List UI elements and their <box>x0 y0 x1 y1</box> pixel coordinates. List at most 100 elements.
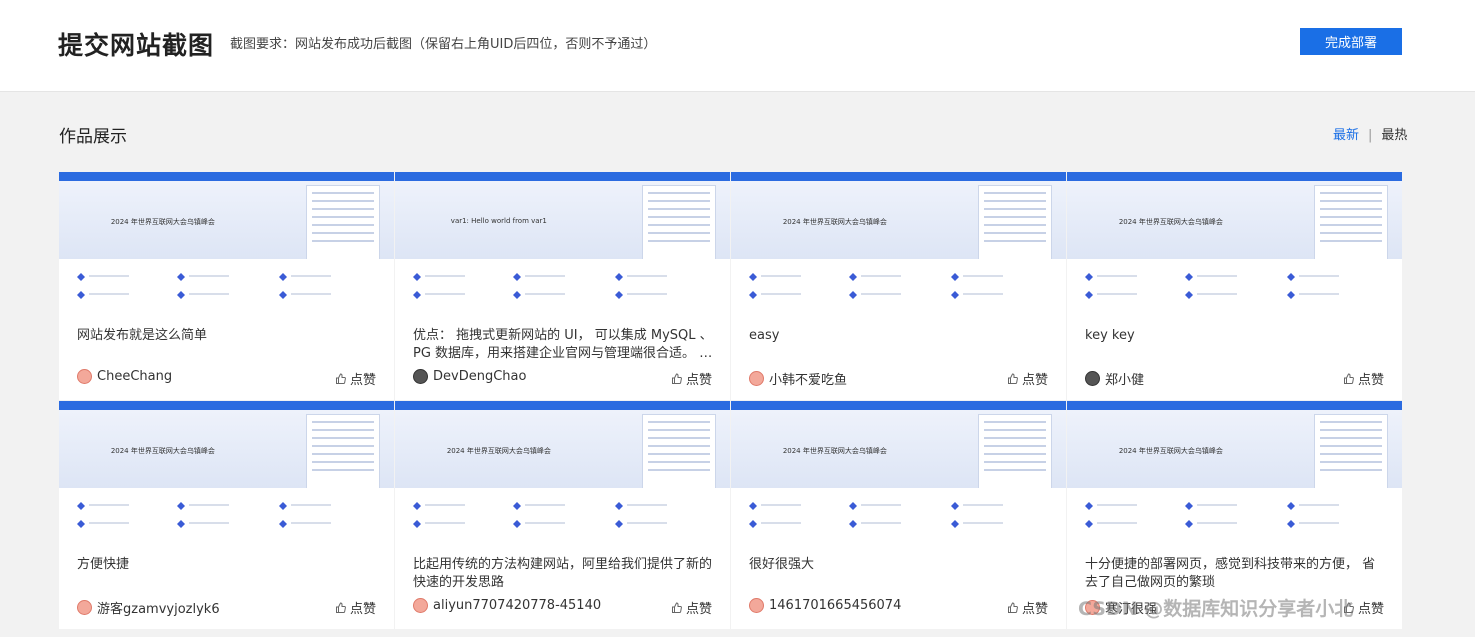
thumb-app-icon <box>1185 273 1193 281</box>
author-name: DevDengChao <box>433 369 527 384</box>
like-button[interactable]: 点赞 <box>335 598 376 617</box>
thumb-app-icon <box>413 291 421 299</box>
thumb-topbar <box>59 172 394 181</box>
showcase-card[interactable]: var1: Hello world from var1 优点： 拖拽式更新网站的… <box>395 172 730 400</box>
thumbs-up-icon <box>335 372 346 384</box>
like-label: 点赞 <box>685 602 712 617</box>
thumb-row <box>761 275 801 277</box>
thumb-app-icon <box>749 291 757 299</box>
thumb-app-icon <box>1287 291 1295 299</box>
showcase-card[interactable]: 2024 年世界互联网大会乌镇峰会 网站发布就是这么简单 CheeChang 点… <box>59 172 394 400</box>
thumb-body <box>59 488 394 542</box>
sort-separator: | <box>1368 128 1373 143</box>
thumb-row <box>89 293 129 295</box>
thumb-row <box>189 275 229 277</box>
thumb-row <box>627 275 667 277</box>
thumb-row <box>89 275 129 277</box>
showcase-card[interactable]: 2024 年世界互联网大会乌镇峰会 方便快捷 游客gzamvyjozlyk6 点… <box>59 401 394 629</box>
thumb-row <box>1097 522 1137 524</box>
showcase-title: 作品展示 <box>59 127 127 147</box>
thumbs-up-icon <box>671 601 682 613</box>
thumb-row <box>861 504 901 506</box>
thumb-row <box>291 504 331 506</box>
site-screenshot-thumbnail[interactable]: 2024 年世界互联网大会乌镇峰会 <box>1067 401 1402 542</box>
card-author: 游客gzamvyjozlyk6 <box>77 598 220 617</box>
thumb-app-icon <box>77 273 85 281</box>
thumb-row <box>291 275 331 277</box>
thumb-hero-title: var1: Hello world from var1 <box>450 217 547 225</box>
site-screenshot-thumbnail[interactable]: 2024 年世界互联网大会乌镇峰会 <box>59 172 394 313</box>
thumb-app-icon <box>951 520 959 528</box>
like-button[interactable]: 点赞 <box>1343 369 1384 388</box>
thumb-app-icon <box>1185 502 1193 510</box>
thumb-app-icon <box>177 502 185 510</box>
thumb-hero-title: 2024 年世界互联网大会乌镇峰会 <box>110 447 215 455</box>
showcase-card[interactable]: 2024 年世界互联网大会乌镇峰会 key key 郑小健 点赞 <box>1067 172 1402 400</box>
thumb-app-icon <box>951 291 959 299</box>
thumb-row <box>291 522 331 524</box>
thumb-row <box>627 522 667 524</box>
sort-hottest-link[interactable]: 最热 <box>1381 128 1407 143</box>
thumb-app-icon <box>1287 273 1295 281</box>
like-button[interactable]: 点赞 <box>1007 598 1048 617</box>
thumb-row <box>189 522 229 524</box>
site-screenshot-thumbnail[interactable]: 2024 年世界互联网大会乌镇峰会 <box>731 172 1066 313</box>
thumb-side-panel <box>978 414 1052 490</box>
thumb-app-icon <box>849 273 857 281</box>
thumb-side-panel <box>306 414 380 490</box>
thumb-body <box>395 488 730 542</box>
like-button[interactable]: 点赞 <box>335 369 376 388</box>
thumb-app-icon <box>1085 291 1093 299</box>
site-screenshot-thumbnail[interactable]: var1: Hello world from var1 <box>395 172 730 313</box>
thumb-app-icon <box>951 502 959 510</box>
thumb-side-panel <box>642 185 716 261</box>
author-name: 郑小健 <box>1105 373 1145 388</box>
card-author: 1461701665456074 <box>749 598 901 613</box>
site-screenshot-thumbnail[interactable]: 2024 年世界互联网大会乌镇峰会 <box>1067 172 1402 313</box>
thumb-app-icon <box>749 502 757 510</box>
thumb-app-icon <box>1085 520 1093 528</box>
thumb-topbar <box>1067 401 1402 410</box>
thumb-app-icon <box>177 520 185 528</box>
thumb-app-icon <box>1185 520 1193 528</box>
thumb-hero-title: 2024 年世界互联网大会乌镇峰会 <box>782 218 887 226</box>
thumb-app-icon <box>849 291 857 299</box>
thumb-app-icon <box>1085 502 1093 510</box>
thumb-topbar <box>395 172 730 181</box>
thumb-row <box>963 504 1003 506</box>
thumb-row <box>291 293 331 295</box>
like-label: 点赞 <box>685 373 712 388</box>
sort-latest-link[interactable]: 最新 <box>1333 128 1359 143</box>
thumb-row <box>1097 504 1137 506</box>
like-button[interactable]: 点赞 <box>1007 369 1048 388</box>
thumb-row <box>761 522 801 524</box>
thumb-app-icon <box>279 520 287 528</box>
card-author: aliyun7707420778-45140 <box>413 598 601 613</box>
site-screenshot-thumbnail[interactable]: 2024 年世界互联网大会乌镇峰会 <box>731 401 1066 542</box>
showcase-card[interactable]: 2024 年世界互联网大会乌镇峰会 比起用传统的方法构建网站，阿里给我们提供了新… <box>395 401 730 629</box>
showcase-card[interactable]: 2024 年世界互联网大会乌镇峰会 easy 小韩不爱吃鱼 点赞 <box>731 172 1066 400</box>
thumb-row <box>525 275 565 277</box>
card-description: 方便快捷 <box>77 557 130 572</box>
thumb-row <box>89 504 129 506</box>
showcase-card[interactable]: 2024 年世界互联网大会乌镇峰会 很好很强大 1461701665456074… <box>731 401 1066 629</box>
thumb-app-icon <box>849 502 857 510</box>
like-button[interactable]: 点赞 <box>671 369 712 388</box>
like-button[interactable]: 点赞 <box>671 598 712 617</box>
card-description: 比起用传统的方法构建网站，阿里给我们提供了新的快速的开发思路 <box>413 557 713 590</box>
thumb-row <box>425 275 465 277</box>
site-screenshot-thumbnail[interactable]: 2024 年世界互联网大会乌镇峰会 <box>59 401 394 542</box>
site-screenshot-thumbnail[interactable]: 2024 年世界互联网大会乌镇峰会 <box>395 401 730 542</box>
thumb-app-icon <box>615 273 623 281</box>
card-description: easy <box>749 328 780 343</box>
author-avatar <box>413 598 428 613</box>
thumb-hero-title: 2024 年世界互联网大会乌镇峰会 <box>110 218 215 226</box>
complete-deploy-button[interactable]: 完成部署 <box>1300 28 1402 55</box>
page-header: 提交网站截图 截图要求：网站发布成功后截图（保留右上角UID后四位，否则不予通过… <box>0 0 1475 92</box>
thumb-row <box>525 504 565 506</box>
thumb-row <box>963 522 1003 524</box>
thumb-row <box>1097 293 1137 295</box>
thumb-body <box>1067 259 1402 313</box>
thumb-app-icon <box>177 273 185 281</box>
thumb-hero-title: 2024 年世界互联网大会乌镇峰会 <box>782 447 887 455</box>
